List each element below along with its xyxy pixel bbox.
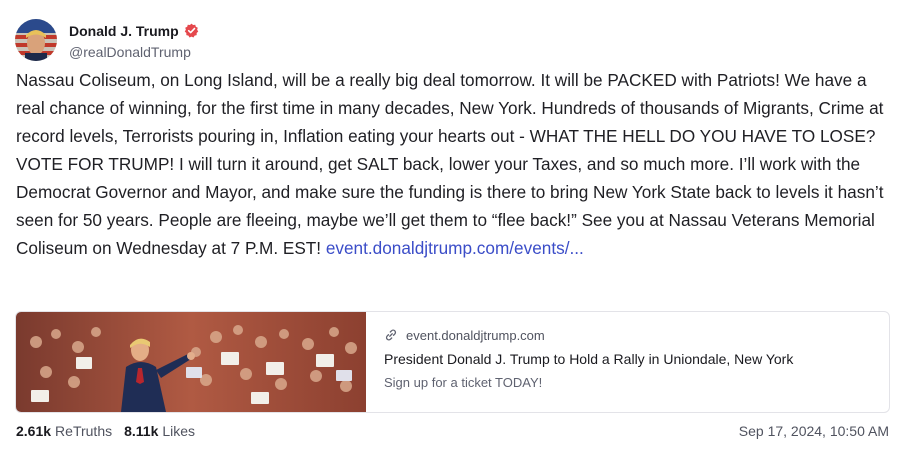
handle[interactable]: @realDonaldTrump bbox=[69, 44, 199, 60]
likes-stat[interactable]: 8.11k Likes bbox=[124, 423, 195, 439]
avatar[interactable] bbox=[15, 19, 57, 61]
retruths-count: 2.61k bbox=[16, 423, 52, 439]
post-text: Nassau Coliseum, on Long Island, will be… bbox=[16, 70, 884, 258]
likes-label: Likes bbox=[162, 423, 196, 439]
link-preview-card[interactable]: event.donaldjtrump.com President Donald … bbox=[15, 311, 890, 413]
verified-badge-icon bbox=[184, 23, 199, 38]
display-name[interactable]: Donald J. Trump bbox=[69, 23, 179, 39]
card-domain: event.donaldjtrump.com bbox=[406, 327, 545, 343]
retruths-stat[interactable]: 2.61k ReTruths bbox=[16, 423, 112, 439]
link-preview-image bbox=[16, 312, 366, 412]
card-description: Sign up for a ticket TODAY! bbox=[384, 375, 543, 390]
link-icon bbox=[384, 328, 398, 342]
post-body: Nassau Coliseum, on Long Island, will be… bbox=[16, 66, 888, 262]
post-footer: 2.61k ReTruths 8.11k Likes Sep 17, 2024,… bbox=[16, 420, 889, 442]
timestamp[interactable]: Sep 17, 2024, 10:50 AM bbox=[739, 423, 889, 439]
likes-count: 8.11k bbox=[124, 423, 159, 439]
retruths-label: ReTruths bbox=[55, 423, 113, 439]
post-link[interactable]: event.donaldjtrump.com/events/... bbox=[326, 238, 584, 258]
avatar-image bbox=[15, 19, 57, 61]
post-header: Donald J. Trump @realDonaldTrump bbox=[15, 17, 199, 63]
card-title: President Donald J. Trump to Hold a Rall… bbox=[384, 351, 794, 367]
